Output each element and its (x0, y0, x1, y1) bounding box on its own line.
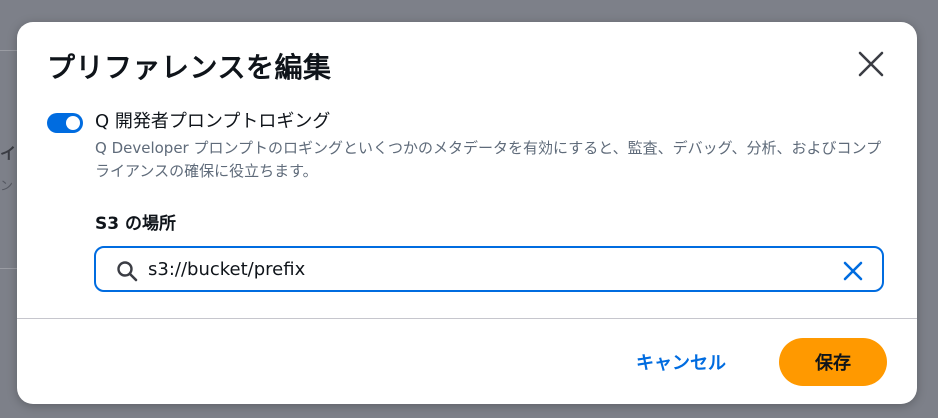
s3-location-field[interactable] (94, 246, 884, 292)
cancel-button[interactable]: キャンセル (619, 342, 743, 382)
toggle-knob (66, 116, 80, 130)
background-text-fragment: ン (0, 179, 14, 194)
modal-title: プリファレンスを編集 (47, 51, 332, 84)
logging-toggle-description: Q Developer プロンプトのロギングといくつかのメタデータを有効にすると… (95, 139, 882, 180)
footer-divider (17, 318, 917, 319)
s3-location-input[interactable] (148, 254, 828, 284)
close-button[interactable] (855, 48, 887, 80)
close-icon (858, 51, 884, 77)
background-heading-fragment: イ (0, 144, 17, 163)
clear-icon[interactable] (842, 260, 864, 282)
save-button[interactable]: 保存 (779, 338, 887, 386)
edit-preferences-modal: プリファレンスを編集 Q 開発者プロンプトロギング Q Developer プロ… (17, 22, 917, 404)
s3-location-label: S3 の場所 (95, 214, 176, 234)
logging-toggle-label: Q 開発者プロンプトロギング (95, 111, 331, 132)
search-icon (117, 261, 138, 282)
logging-toggle[interactable] (47, 113, 83, 133)
